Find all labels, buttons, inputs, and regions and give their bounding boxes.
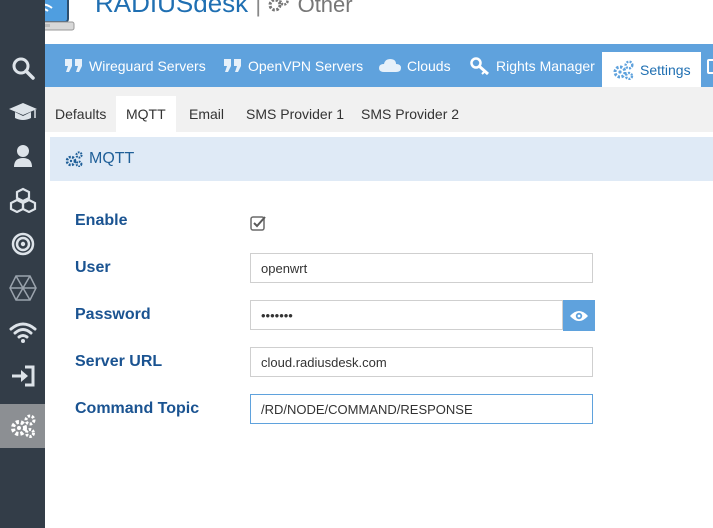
cloud-icon bbox=[379, 59, 401, 72]
tab-label: OpenVPN Servers bbox=[248, 57, 364, 74]
settings-subtabbar: Defaults MQTT Email SMS Provider 1 SMS P… bbox=[45, 87, 713, 132]
search-icon bbox=[12, 57, 35, 80]
subtab-email[interactable]: Email bbox=[189, 96, 224, 132]
tab-label: Settings bbox=[640, 61, 691, 78]
app-name: RADIUSdesk bbox=[95, 0, 249, 18]
checkbox-checked-icon bbox=[250, 216, 266, 231]
enable-label: Enable bbox=[75, 212, 128, 229]
command-topic-label: Command Topic bbox=[75, 400, 200, 417]
sidebar-item-settings[interactable] bbox=[0, 404, 45, 448]
window-icon bbox=[707, 58, 713, 74]
main-tabbar: Wireguard Servers OpenVPN Servers Clouds… bbox=[45, 44, 713, 87]
eye-icon bbox=[570, 310, 588, 321]
bullseye-icon bbox=[11, 232, 34, 256]
hexagon-mesh-icon bbox=[8, 275, 37, 301]
page-subtitle: Other bbox=[297, 0, 353, 17]
password-input[interactable] bbox=[250, 300, 563, 330]
cubes-icon bbox=[9, 187, 36, 213]
sidebar-item-profiles[interactable] bbox=[0, 90, 45, 134]
app-title: RADIUSdesk | Other bbox=[95, 0, 353, 19]
tab-openvpn-servers[interactable]: OpenVPN Servers bbox=[223, 44, 363, 87]
gears-icon bbox=[65, 151, 83, 167]
tab-label: Wireguard Servers bbox=[89, 57, 206, 74]
gears-icon bbox=[613, 60, 634, 80]
show-password-button[interactable] bbox=[563, 300, 595, 331]
password-label: Password bbox=[75, 306, 151, 323]
enable-checkbox[interactable] bbox=[250, 215, 266, 231]
sidebar-item-search[interactable] bbox=[0, 46, 45, 90]
server-url-label: Server URL bbox=[75, 353, 163, 370]
tab-label: Rights Manager bbox=[496, 57, 595, 74]
sign-in-icon bbox=[11, 365, 34, 387]
sidebar-item-access-points[interactable] bbox=[0, 310, 45, 354]
gears-icon bbox=[268, 0, 297, 18]
user-label: User bbox=[75, 259, 111, 276]
sidebar-item-nas[interactable] bbox=[0, 178, 45, 222]
user-icon bbox=[13, 145, 32, 167]
graduation-cap-icon bbox=[8, 103, 37, 120]
server-url-input[interactable] bbox=[250, 347, 593, 377]
quote-icon bbox=[224, 59, 241, 72]
tab-settings[interactable]: Settings bbox=[602, 52, 701, 87]
tab-clouds[interactable]: Clouds bbox=[379, 44, 451, 87]
sidebar-item-users[interactable] bbox=[0, 134, 45, 178]
title-separator: | bbox=[255, 0, 262, 17]
subtab-sms-provider-2[interactable]: SMS Provider 2 bbox=[361, 96, 459, 132]
tab-wireguard-servers[interactable]: Wireguard Servers bbox=[64, 44, 206, 87]
tab-overflow[interactable] bbox=[707, 44, 713, 87]
tab-rights-manager[interactable]: Rights Manager bbox=[470, 44, 595, 87]
subtab-sms-provider-1[interactable]: SMS Provider 1 bbox=[246, 96, 344, 132]
key-icon bbox=[470, 56, 489, 75]
sidebar-item-realms[interactable] bbox=[0, 222, 45, 266]
wifi-icon bbox=[9, 322, 36, 343]
subtab-defaults[interactable]: Defaults bbox=[55, 96, 106, 132]
panel-header: MQTT bbox=[50, 137, 713, 181]
sidebar bbox=[0, 0, 45, 528]
user-input[interactable] bbox=[250, 253, 593, 283]
sidebar-item-login-pages[interactable] bbox=[0, 354, 45, 398]
command-topic-input[interactable] bbox=[250, 394, 593, 424]
tab-label: Clouds bbox=[407, 57, 451, 74]
subtab-mqtt[interactable]: MQTT bbox=[116, 96, 176, 132]
gears-icon bbox=[10, 414, 35, 438]
panel-title: MQTT bbox=[89, 150, 135, 167]
quote-icon bbox=[65, 59, 82, 72]
sidebar-item-mesh[interactable] bbox=[0, 266, 45, 310]
